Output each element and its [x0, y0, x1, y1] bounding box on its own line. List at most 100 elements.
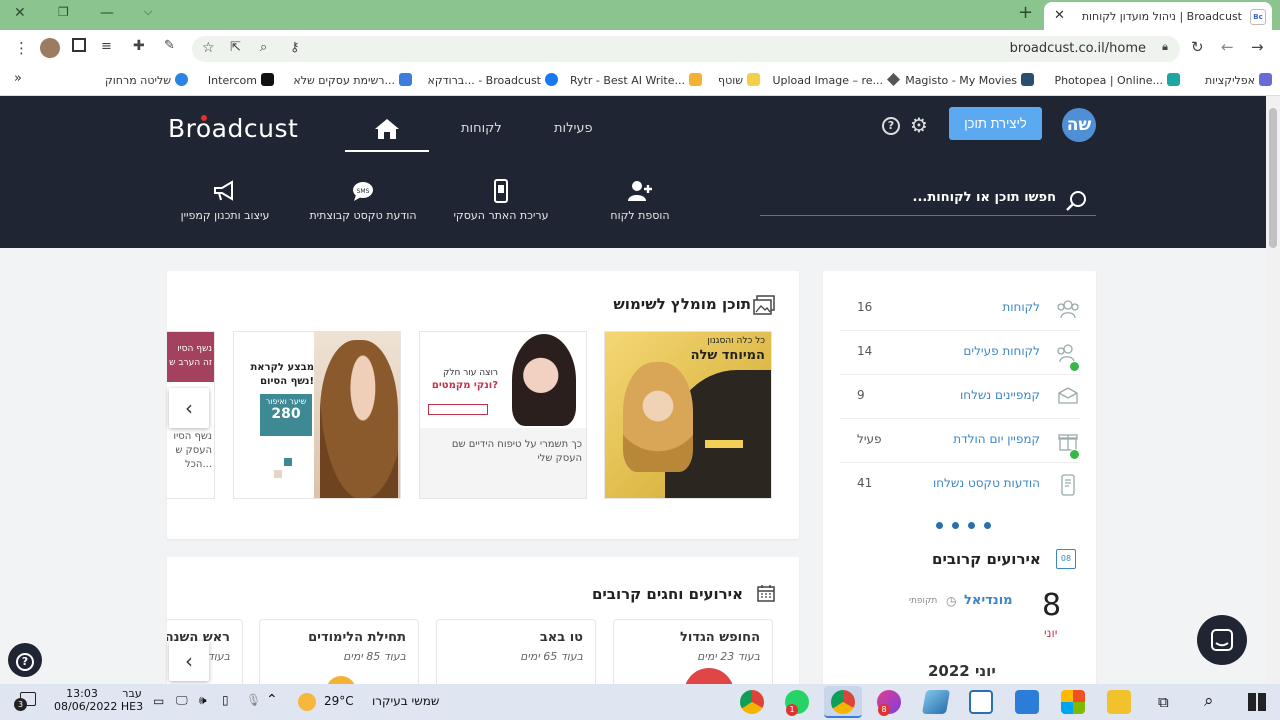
close-tab-icon[interactable]: ✕	[1054, 8, 1065, 23]
store-icon[interactable]	[1061, 690, 1085, 714]
quick-action-campaign-design[interactable]: עיצוב ותכנון קמפיין	[160, 179, 290, 222]
stat-value: 16	[857, 300, 873, 314]
browser-tab[interactable]: ✕ ניהול מועדון לקוחות | Broadcust Bc	[1044, 2, 1272, 30]
zoom-icon[interactable]: ⌕	[260, 40, 267, 55]
recommended-carousel: כל כלה והסגנון המיוחד שלה רוצה עור חלק ו…	[167, 331, 799, 501]
minimize-window-icon[interactable]: —	[100, 5, 114, 21]
status-dot-icon	[1069, 449, 1080, 460]
microphone-icon[interactable]: 🎙︎	[246, 693, 261, 707]
stat-row-sms-sent[interactable]: הודעות טקסט נשלחו 41	[840, 463, 1080, 507]
help-icon[interactable]: ?	[882, 117, 900, 135]
volume-icon[interactable]: 🕪︎	[199, 693, 207, 708]
restore-window-icon[interactable]: ❐	[58, 5, 69, 19]
bookmark-folder[interactable]: שוטף	[718, 73, 760, 87]
nav-home[interactable]	[345, 114, 429, 152]
bookmark-broadcust-fb[interactable]: ברודקא... - Broadcust	[427, 73, 558, 87]
dot-icon[interactable]	[952, 522, 959, 529]
user-avatar[interactable]: שה	[1062, 108, 1096, 142]
windows-start-icon[interactable]	[1248, 693, 1266, 711]
intercom-chat-button[interactable]	[1197, 615, 1247, 665]
stat-row-active-customers[interactable]: לקוחות פעילים 14	[840, 331, 1080, 375]
reading-list-icon[interactable]: ≡	[101, 39, 112, 54]
holiday-item[interactable]: תחילת הלימודים בעוד 85 ימים	[259, 619, 419, 684]
dot-icon[interactable]	[968, 522, 975, 529]
quick-action-edit-website[interactable]: עריכת האתר העסקי	[436, 179, 566, 222]
sidebar-icon[interactable]	[72, 38, 86, 52]
reload-icon[interactable]: ↻	[1191, 38, 1204, 56]
chrome-icon[interactable]	[740, 690, 764, 714]
item-button-shape	[428, 404, 488, 415]
stat-row-customers[interactable]: לקוחות 16	[840, 287, 1080, 331]
new-tab-icon[interactable]: +	[1018, 2, 1033, 23]
omnibox[interactable]: ☆ ⇱ ⌕ ⚷ broadcust.co.il/home 🔒︎	[192, 36, 1180, 62]
holidays-next-button[interactable]: ‹	[169, 641, 209, 681]
stat-value: 14	[857, 344, 873, 358]
bookmark-photopea[interactable]: Photopea | Online...	[1054, 73, 1180, 87]
scrollbar-thumb[interactable]	[1269, 108, 1277, 248]
bookmark-apps[interactable]: אפליקציות	[1205, 73, 1272, 87]
carousel-next-button[interactable]: ‹	[169, 388, 209, 428]
recommended-title: תוכן מומלץ לשימוש	[613, 295, 751, 313]
notepad-icon[interactable]	[921, 690, 951, 714]
window-app-icon[interactable]	[969, 690, 993, 714]
holiday-item[interactable]: טו באב בעוד 65 ימים	[436, 619, 596, 684]
quick-action-add-customer[interactable]: הוספת לקוח	[575, 179, 705, 222]
stat-row-campaigns[interactable]: קמפיינים נשלחו 9	[840, 375, 1080, 419]
nav-activity[interactable]: פעילות	[554, 121, 593, 136]
bookmark-business-list[interactable]: רשימת עסקים שלא...	[293, 73, 412, 87]
menu-dots-icon[interactable]: ⋮	[14, 39, 29, 57]
dot-icon[interactable]	[936, 522, 943, 529]
close-window-icon[interactable]: ✕	[14, 5, 26, 21]
search-icon[interactable]	[1066, 190, 1088, 212]
event-name[interactable]: מונדיאל	[964, 593, 1013, 608]
settings-gear-icon[interactable]: ⚙	[910, 113, 928, 137]
item-headline: מבצע לקראת	[250, 362, 314, 373]
broadcust-logo[interactable]: Broadcust	[168, 114, 298, 143]
chevron-up-icon[interactable]: ⌃	[266, 692, 278, 708]
profile-avatar-icon[interactable]	[40, 38, 60, 58]
bookmark-rytr[interactable]: Rytr - Best AI Write...	[570, 73, 702, 87]
bookmark-upload-image[interactable]: Upload Image – re...	[772, 73, 900, 87]
bookmark-magisto[interactable]: Magisto - My Movies	[905, 73, 1034, 87]
quick-action-group-sms[interactable]: SMS הודעת טקסט קבוצתית	[298, 179, 428, 222]
create-content-button[interactable]: ליצירת תוכן	[949, 107, 1042, 140]
nav-customers[interactable]: לקוחות	[461, 121, 502, 136]
mail-icon[interactable]	[1015, 690, 1039, 714]
recommended-item[interactable]: כל כלה והסגנון המיוחד שלה	[604, 331, 772, 499]
file-explorer-icon[interactable]	[1107, 690, 1131, 714]
eyedropper-icon[interactable]: ✎	[164, 38, 175, 53]
search-input[interactable]	[796, 190, 1056, 205]
more-bookmarks-icon[interactable]: »	[14, 71, 22, 86]
dot-icon[interactable]	[984, 522, 991, 529]
chrome-profile-icon[interactable]	[831, 690, 855, 714]
back-icon[interactable]: →	[1251, 38, 1264, 56]
extensions-icon[interactable]: ✚	[133, 38, 145, 54]
display-icon[interactable]: 🖵︎	[176, 693, 188, 708]
recommended-item[interactable]: רוצה עור חלק ונקי מקמטים? כך תשמרי על טי…	[419, 331, 587, 499]
language-indicator[interactable]: עבר HE3	[120, 687, 144, 713]
mobile-site-icon	[494, 179, 508, 203]
lock-icon[interactable]: 🔒︎	[1162, 40, 1168, 54]
holiday-name: תחילת הלימודים	[308, 630, 406, 645]
recommended-item[interactable]: מבצע לקראת נשף הסיום! שיער ואיפור 280	[233, 331, 401, 499]
star-icon[interactable]: ☆	[202, 40, 215, 56]
holiday-item[interactable]: החופש הגדול בעוד 23 ימים	[613, 619, 773, 684]
month-header: יוני 2022	[928, 662, 996, 680]
weather-widget[interactable]: 29°C שמשי בעיקרו	[296, 690, 476, 714]
tab-search-icon[interactable]: ⌵	[144, 5, 152, 19]
stat-row-birthday-campaign[interactable]: קמפיין יום הולדת פעיל	[840, 419, 1080, 463]
keyboard-icon[interactable]: ▭	[153, 694, 164, 708]
battery-icon[interactable]: ▯	[222, 693, 229, 707]
task-view-icon[interactable]: ⧉	[1158, 693, 1169, 711]
search-taskbar-icon[interactable]: ⌕	[1204, 691, 1214, 711]
key-icon[interactable]: ⚷	[290, 40, 300, 55]
share-icon[interactable]: ⇱	[230, 40, 241, 55]
help-widget-button[interactable]: ?	[8, 643, 42, 677]
notifications-icon[interactable]: 3	[14, 692, 38, 711]
clock[interactable]: 13:03 08/06/2022	[54, 687, 117, 713]
page-scrollbar[interactable]	[1266, 96, 1280, 684]
calendar-date-icon: 08	[1056, 549, 1076, 569]
forward-icon[interactable]: ←	[1221, 38, 1234, 56]
bookmark-remote-control[interactable]: שליטה מרחוק	[105, 73, 188, 87]
bookmark-intercom[interactable]: Intercom	[208, 73, 274, 87]
